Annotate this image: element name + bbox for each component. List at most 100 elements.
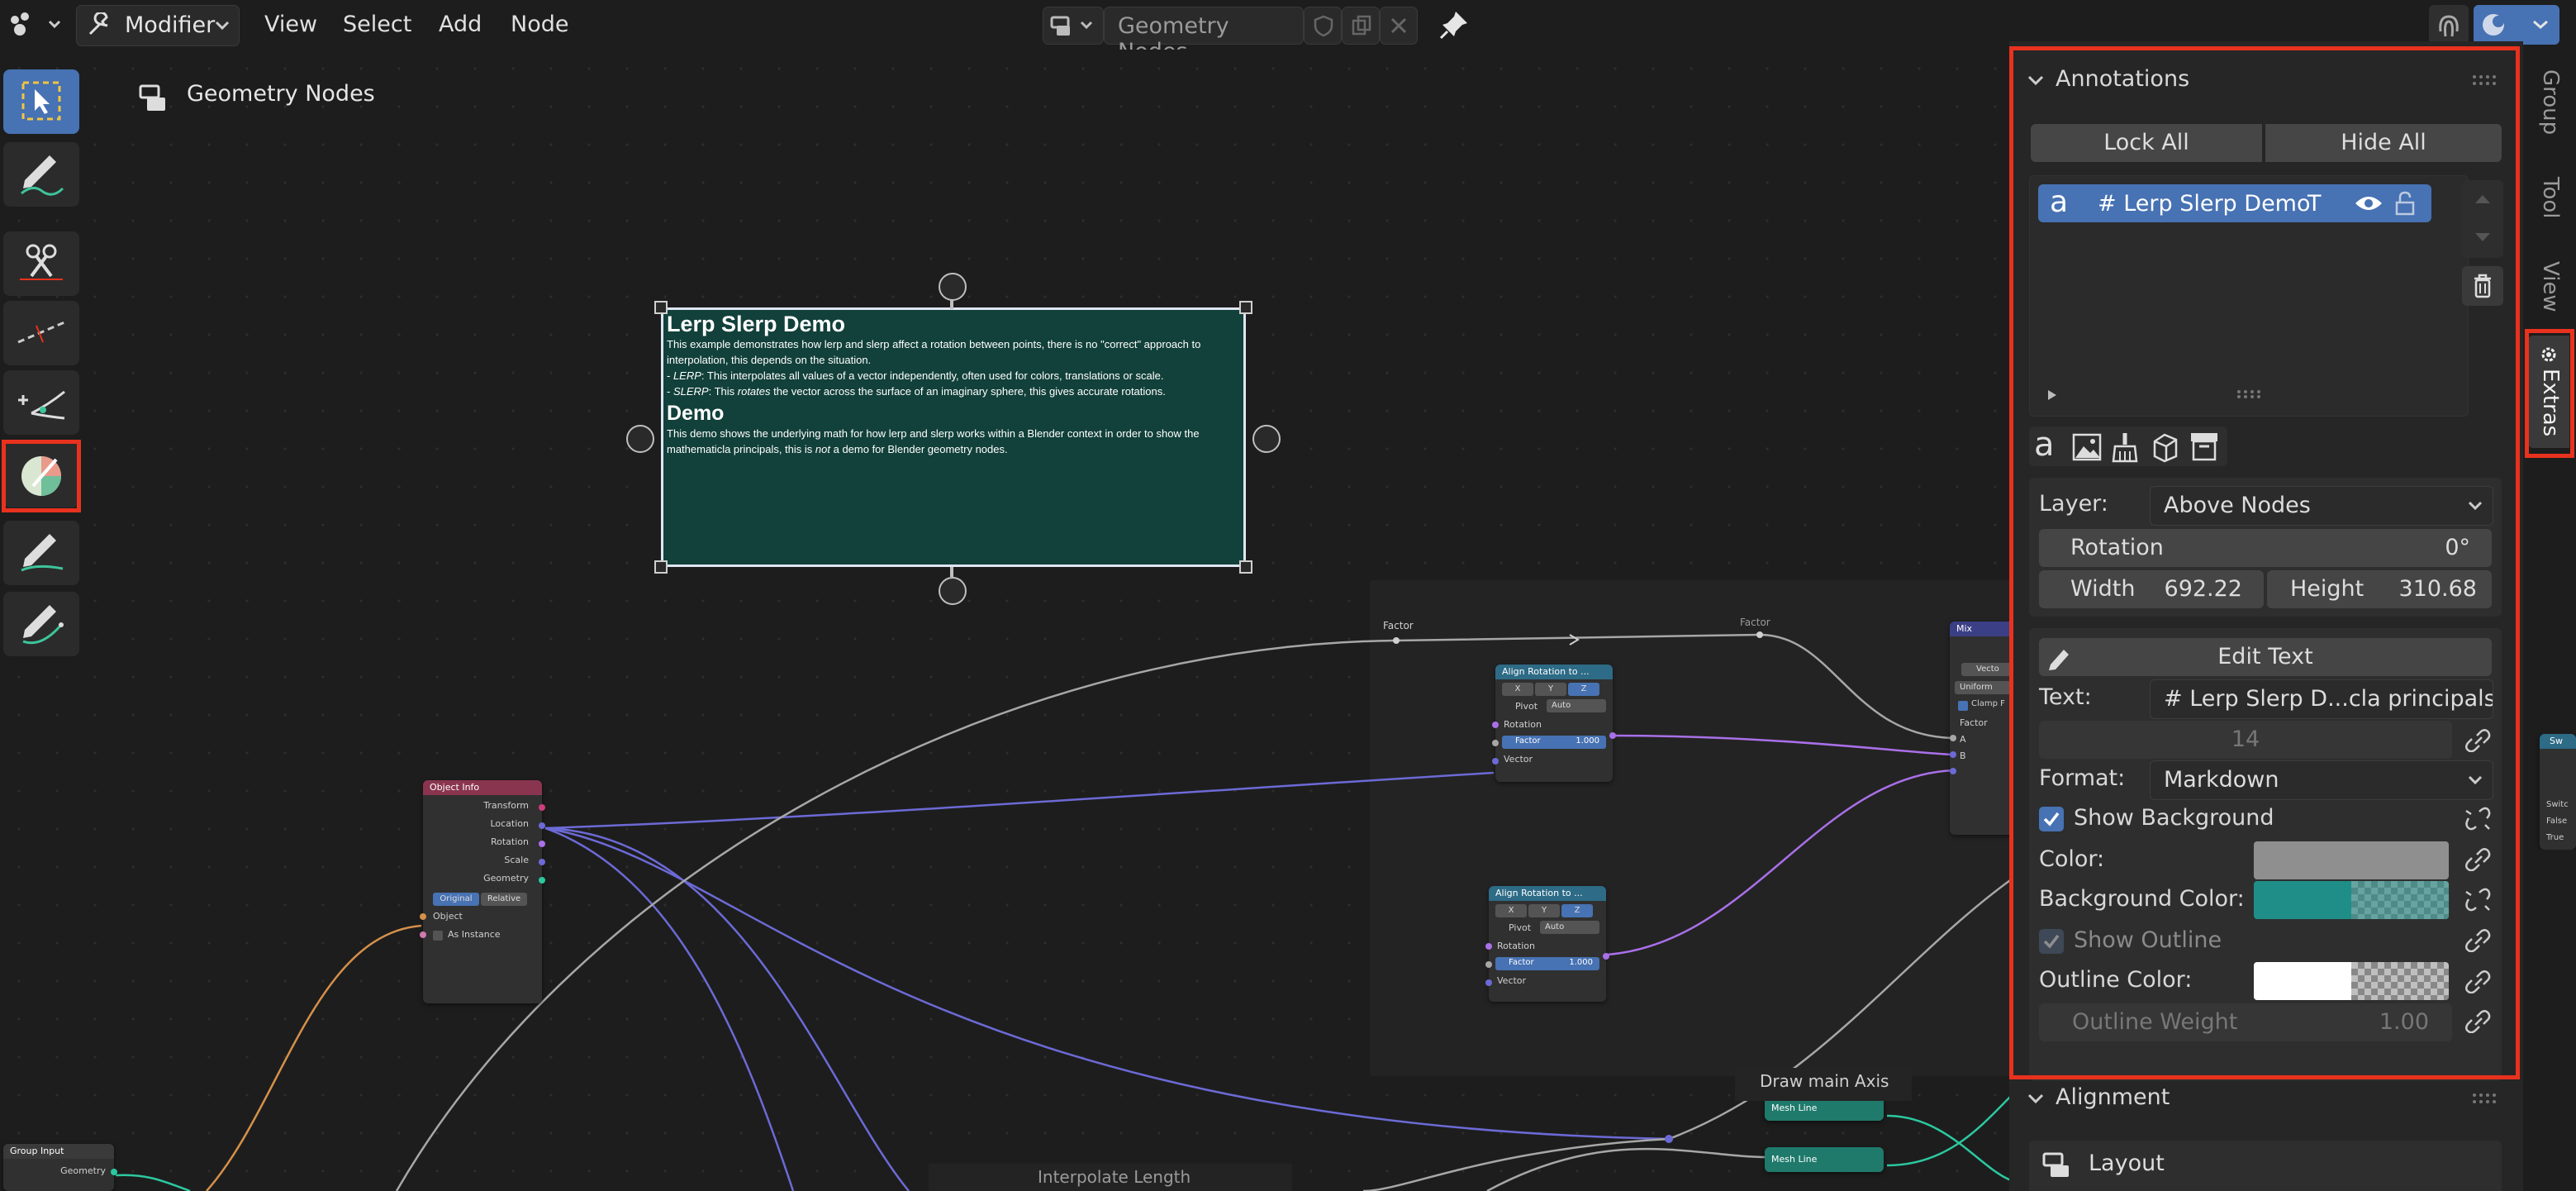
socket-object[interactable] (420, 913, 426, 920)
resize-handle-right[interactable] (1252, 425, 1281, 453)
resize-handle-tl[interactable] (654, 301, 668, 314)
annotations-panel-title[interactable]: Annotations (2056, 66, 2189, 92)
show-outline-checkbox[interactable] (2039, 929, 2064, 954)
unlock-icon[interactable] (2395, 191, 2415, 216)
resize-handle-bl[interactable] (654, 560, 668, 574)
format-dropdown[interactable]: Markdown (2150, 760, 2493, 800)
toggle-original[interactable]: Original (433, 893, 479, 906)
factor-slider[interactable]: Factor 1.000 (1495, 957, 1599, 970)
node-mesh-line-2[interactable]: Mesh Line (1765, 1147, 1884, 1172)
expand-triangle-icon[interactable] (2045, 388, 2060, 403)
socket-rotation-out[interactable] (1603, 953, 1609, 960)
socket-factor-in[interactable] (1485, 961, 1492, 968)
menu-add[interactable]: Add (439, 12, 482, 37)
node-header[interactable]: Align Rotation to ... (1495, 665, 1613, 679)
socket-rotation[interactable] (539, 841, 545, 847)
axis-y[interactable]: Y (1535, 683, 1566, 696)
socket-factor-in[interactable] (1950, 735, 1956, 741)
snapping-toggle[interactable] (2429, 5, 2469, 45)
socket-rotation-in[interactable] (1492, 722, 1499, 728)
socket-factor-in[interactable] (1492, 740, 1499, 746)
add-archive-icon[interactable] (2189, 431, 2219, 461)
socket-rotation-out[interactable] (1609, 732, 1616, 739)
socket-b-in[interactable] (1950, 768, 1956, 774)
fake-user-button[interactable] (1304, 7, 1342, 45)
chevron-down-icon[interactable] (2027, 73, 2044, 89)
resize-handle-bottom[interactable] (939, 577, 967, 605)
show-background-label[interactable]: Show Background (2074, 805, 2274, 831)
tab-group[interactable]: Group (2538, 69, 2563, 135)
unlink-icon[interactable] (2464, 807, 2492, 831)
socket-location[interactable] (539, 822, 545, 829)
node-align-rotation-1[interactable]: Align Rotation to ... X Y Z Pivot Auto R… (1495, 665, 1613, 782)
tool-reroute[interactable] (3, 370, 79, 435)
toggle-relative[interactable]: Relative (481, 893, 527, 906)
annotation-list[interactable]: a # Lerp Slerp Demo T (2029, 175, 2469, 417)
eye-icon[interactable] (2354, 193, 2384, 214)
height-field[interactable]: Height 310.68 (2267, 570, 2492, 608)
node-group-input[interactable]: Group Input Geometry (3, 1144, 114, 1191)
socket-a-in[interactable] (1950, 751, 1956, 758)
menu-view[interactable]: View (264, 12, 317, 37)
resize-grip-icon[interactable] (2236, 389, 2261, 399)
hide-all-button[interactable]: Hide All (2265, 124, 2502, 162)
link-icon[interactable] (2464, 1010, 2492, 1033)
edit-text-button[interactable]: Edit Text (2039, 638, 2492, 676)
node-header[interactable]: Group Input (3, 1144, 114, 1159)
add-image-icon[interactable] (2072, 433, 2102, 461)
tab-tool[interactable]: Tool (2538, 177, 2563, 219)
node-tree-browse-button[interactable] (1043, 7, 1104, 45)
link-icon[interactable] (2464, 729, 2492, 752)
mix-mode-dropdown[interactable]: Uniform (1955, 681, 2016, 694)
tool-annotate-line[interactable] (3, 301, 79, 365)
node-header[interactable]: Sw (2540, 734, 2576, 749)
socket-as-instance[interactable] (420, 931, 426, 938)
tool-annotate-polygon[interactable] (3, 592, 79, 656)
tool-select-box[interactable] (3, 69, 79, 134)
node-object-info[interactable]: Object Info Transform Location Rotation … (423, 780, 542, 1003)
drag-handle-icon[interactable] (2472, 74, 2497, 86)
resize-handle-left[interactable] (626, 425, 654, 453)
node-header[interactable]: Align Rotation to ... (1489, 886, 1606, 901)
duplicate-button[interactable] (1342, 7, 1380, 45)
tool-annotate[interactable] (3, 142, 79, 207)
show-outline-label[interactable]: Show Outline (2074, 927, 2222, 953)
mix-type-dropdown[interactable]: Vecto (1961, 663, 2016, 676)
clamp-checkbox[interactable] (1958, 701, 1968, 711)
unlink-icon[interactable] (2464, 888, 2492, 912)
pivot-dropdown[interactable]: Auto (1540, 921, 1599, 934)
axis-y[interactable]: Y (1528, 904, 1560, 917)
node-header[interactable]: Object Info (423, 780, 542, 795)
color-swatch[interactable] (2254, 841, 2449, 879)
tab-view[interactable]: View (2538, 261, 2563, 312)
link-icon[interactable] (2464, 848, 2492, 871)
tool-cut-links[interactable] (3, 231, 79, 296)
resize-handle-top[interactable] (939, 273, 967, 301)
editor-type-button[interactable] (2, 5, 64, 45)
font-size-field[interactable]: 14 (2039, 721, 2452, 759)
node-header[interactable]: Mesh Line (1765, 1147, 1884, 1172)
axis-x[interactable]: X (1495, 904, 1527, 917)
socket-vector-in[interactable] (1485, 979, 1492, 986)
text-annotation[interactable]: Lerp Slerp Demo This example demonstrate… (661, 307, 1246, 567)
node-align-rotation-2[interactable]: Align Rotation to ... X Y Z Pivot Auto R… (1489, 886, 1606, 1002)
delete-annotation-button[interactable] (2462, 266, 2503, 306)
resize-handle-br[interactable] (1239, 560, 1252, 574)
show-background-checkbox[interactable] (2039, 807, 2064, 831)
outline-color-swatch[interactable] (2254, 962, 2449, 1000)
socket-geometry[interactable] (111, 1169, 117, 1175)
tab-extras[interactable]: Extras (2528, 336, 2569, 448)
resize-handle-tr[interactable] (1239, 301, 1252, 314)
as-instance-checkbox[interactable] (433, 931, 443, 941)
chevron-down-icon[interactable] (2027, 1091, 2044, 1108)
menu-node[interactable]: Node (511, 12, 568, 37)
text-content-field[interactable]: # Lerp Slerp D...cla principals, (2150, 679, 2493, 719)
rotation-field[interactable]: Rotation 0° (2039, 529, 2492, 567)
node-switch[interactable]: Sw Switc False True (2540, 734, 2576, 850)
node-mix[interactable]: Mix Vecto Uniform Clamp F Factor A B (1950, 622, 2016, 835)
overlays-toggle[interactable] (2474, 5, 2559, 45)
socket-geometry[interactable] (539, 877, 545, 884)
pivot-dropdown[interactable]: Auto (1547, 699, 1606, 712)
list-item[interactable]: a # Lerp Slerp Demo T (2038, 184, 2431, 222)
node-tree-name-field[interactable]: Geometry Nodes (1104, 7, 1304, 64)
